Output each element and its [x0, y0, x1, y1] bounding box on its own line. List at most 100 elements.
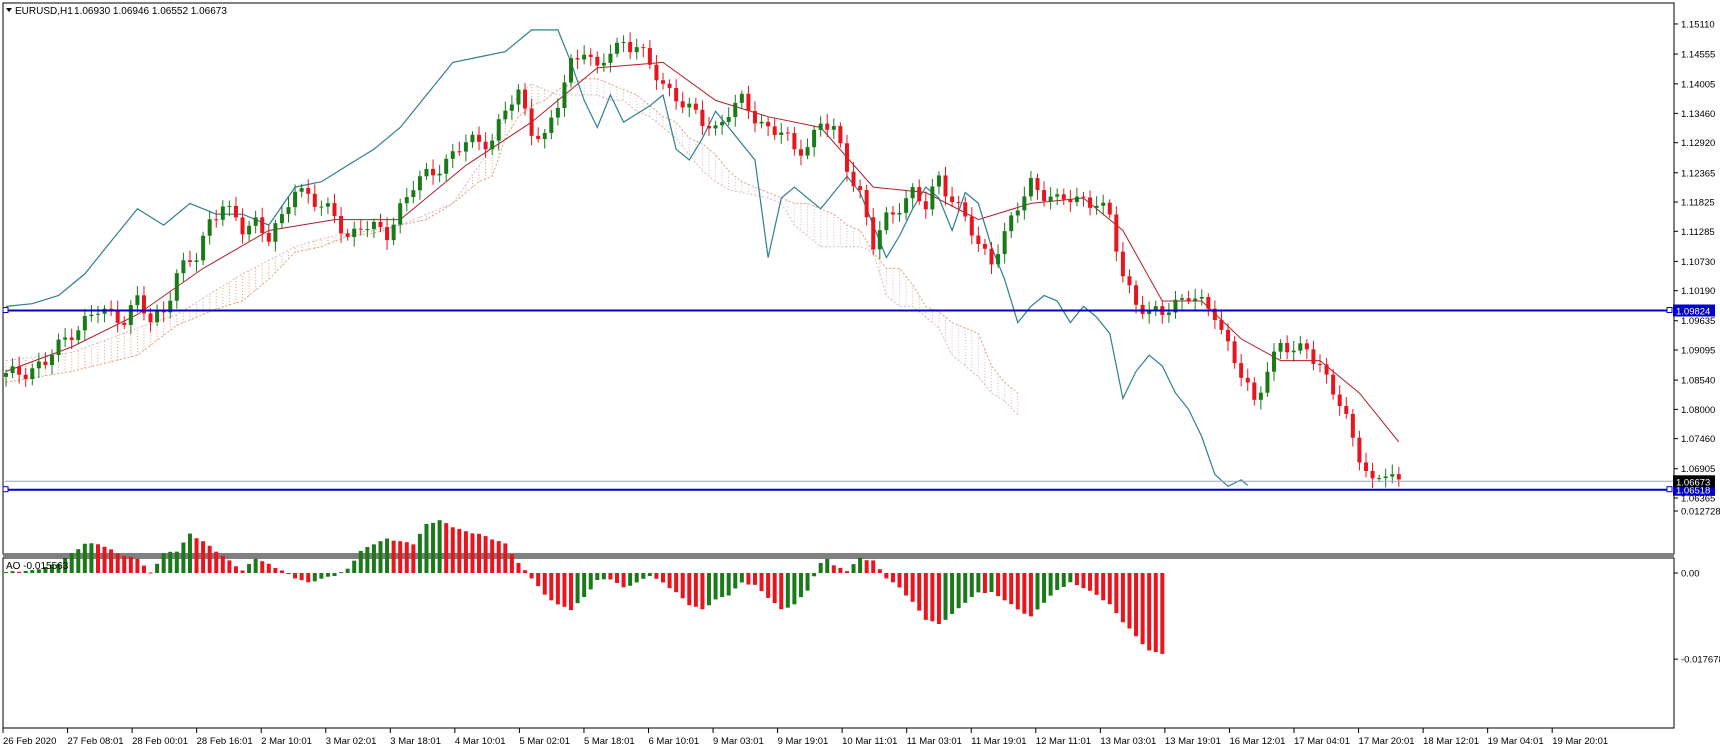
candle-body: [319, 206, 324, 208]
time-tick-label: 10 Mar 11:01: [842, 736, 897, 747]
candle-body: [128, 305, 133, 325]
ao-bar: [431, 522, 436, 573]
candle-body: [1186, 298, 1191, 301]
ao-bar: [141, 565, 146, 573]
candle-body: [1252, 382, 1257, 400]
ao-bar: [805, 573, 810, 591]
ao-bar: [693, 573, 698, 607]
time-axis[interactable]: 26 Feb 2020 27 Feb 08:01 28 Feb 00:01 28 Fe…: [2, 728, 1608, 747]
ao-bar: [897, 573, 902, 588]
time-tick-label: 9 Mar 19:01: [778, 736, 829, 747]
candle-body: [398, 203, 403, 225]
candle-body: [1291, 350, 1296, 353]
candle-body: [1061, 194, 1066, 200]
candle-body: [10, 366, 15, 374]
price-tick-label: 1.10190: [1681, 286, 1715, 297]
candle-body: [1377, 478, 1382, 480]
ao-bar: [378, 541, 383, 573]
time-tick-label: 28 Feb 16:01: [197, 736, 253, 747]
symbol-label: EURUSD,H1: [15, 6, 73, 17]
candle-body: [1344, 406, 1349, 414]
candle-body: [877, 230, 882, 250]
price-tick-label: 1.12365: [1681, 168, 1715, 179]
candle-body: [680, 101, 685, 108]
candle-body: [450, 151, 455, 159]
ao-bar: [122, 555, 127, 573]
candle-body: [1166, 312, 1171, 315]
ao-bar: [417, 533, 422, 573]
candle-body: [371, 221, 376, 230]
chart-canvas[interactable]: 1.098241.065181.06673 1.151101.145551.14…: [0, 0, 1720, 751]
candle-body: [286, 207, 291, 215]
ao-bar: [923, 573, 928, 620]
ao-bar: [542, 573, 547, 595]
candle-body: [950, 196, 955, 203]
ao-bar: [555, 573, 560, 605]
candle-body: [187, 260, 192, 262]
ao-bar: [529, 573, 534, 579]
candle-body: [1120, 251, 1125, 277]
candle-body: [391, 224, 396, 241]
candle-body: [674, 87, 679, 102]
ao-bar: [1107, 573, 1112, 605]
ao-bar: [155, 563, 160, 573]
candle-body: [1180, 298, 1185, 300]
candle-body: [969, 216, 974, 236]
ao-bar: [194, 538, 199, 573]
panel-separator[interactable]: [3, 553, 1674, 558]
candle-body: [529, 108, 534, 136]
candle-body: [233, 205, 238, 218]
price-tick-label: 1.14005: [1681, 79, 1715, 90]
ao-bar: [437, 520, 442, 573]
candle-body: [1318, 363, 1322, 365]
time-tick-label: 17 Mar 20:01: [1359, 736, 1415, 747]
time-tick-label: 11 Mar 19:01: [971, 736, 1026, 747]
price-axis[interactable]: 1.15110 1.14555 1.14005 1.13460 1.12920 1.123…: [1674, 19, 1715, 505]
candle-body: [844, 143, 849, 172]
candle-body: [490, 140, 495, 150]
ao-bar: [299, 573, 304, 581]
ao-bar: [1140, 573, 1145, 645]
ao-bar: [746, 573, 751, 585]
ao-bar: [615, 573, 620, 583]
candle-body: [1337, 394, 1342, 407]
candle-body: [864, 190, 869, 218]
symbol-header[interactable]: EURUSD,H1 1.06930 1.06946 1.06552 1.0667…: [6, 6, 227, 17]
ao-bar: [1147, 573, 1152, 651]
time-tick-label: 19 Mar 20:01: [1552, 736, 1608, 747]
candle-body: [312, 193, 317, 207]
ao-bar: [1114, 573, 1119, 614]
candle-body: [706, 125, 711, 129]
candle-body: [1094, 205, 1099, 208]
ao-bar: [424, 523, 429, 573]
candle-body: [23, 374, 28, 380]
ao-bar: [220, 555, 225, 573]
candle-body: [1272, 351, 1277, 372]
ao-bar: [917, 573, 922, 611]
candle-body: [956, 202, 961, 204]
ao-bar: [523, 570, 528, 573]
ao-bar: [496, 541, 501, 573]
candle-body: [634, 47, 639, 53]
ao-bar: [358, 550, 363, 573]
candle-body: [1304, 343, 1309, 350]
ao-bar: [293, 573, 298, 579]
candle-body: [339, 215, 344, 234]
candle-body: [214, 219, 219, 221]
candle-body: [457, 151, 462, 153]
current-price-tag-text: 1.06673: [1676, 477, 1710, 488]
candle-body: [352, 228, 357, 237]
ao-bar: [772, 573, 777, 604]
ao-bar: [207, 545, 212, 573]
candle-body: [115, 310, 120, 323]
ao-bar: [1068, 573, 1073, 583]
ao-bar: [713, 573, 718, 600]
level-handle: [2, 486, 9, 493]
ao-bar: [398, 541, 403, 573]
ao-bar: [601, 573, 606, 580]
chart-window[interactable]: 1.09824 1.06518 1.06673 1.15110 1.14555 1.14…: [0, 0, 1720, 751]
candle-body: [871, 217, 876, 250]
ao-bar: [1074, 573, 1079, 586]
candle-body: [818, 123, 823, 130]
ao-bar: [483, 536, 488, 573]
